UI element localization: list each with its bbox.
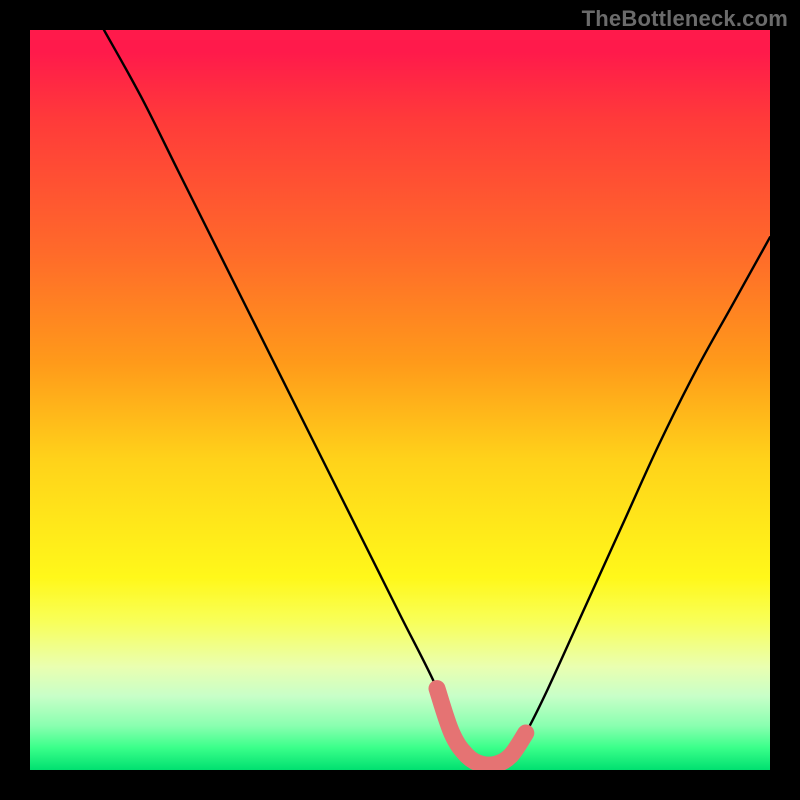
- chart-svg: [30, 30, 770, 770]
- flat-zone-highlight: [437, 689, 526, 766]
- bottleneck-curve: [104, 30, 770, 765]
- chart-stage: TheBottleneck.com: [0, 0, 800, 800]
- plot-area: [30, 30, 770, 770]
- watermark-text: TheBottleneck.com: [582, 6, 788, 32]
